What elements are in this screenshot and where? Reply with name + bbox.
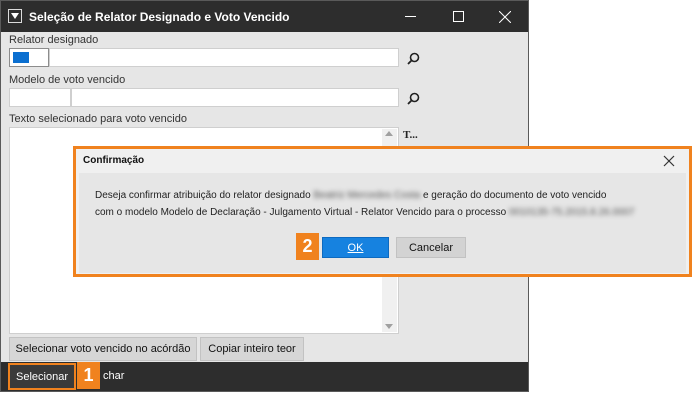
message-part3: com o modelo Modelo de Declaração - Julg… (95, 207, 507, 218)
app-icon (8, 9, 22, 23)
step-badge-2: 2 (296, 233, 319, 260)
minimize-button[interactable] (390, 1, 430, 32)
search-icon (406, 92, 419, 105)
text-format-button[interactable]: T... (403, 129, 418, 141)
selecionar-button[interactable]: Selecionar (8, 363, 76, 390)
cancelar-button[interactable]: char (103, 370, 124, 382)
relator-code-field[interactable] (9, 48, 49, 67)
dialog-cancel-label: Cancelar (408, 241, 454, 254)
scroll-down-arrow-icon[interactable] (385, 324, 393, 329)
message-part1: Deseja confirmar atribuição do relator d… (95, 190, 311, 201)
confirmation-dialog: Confirmação Deseja confirmar atribuição … (73, 146, 692, 277)
dialog-cancel-button[interactable]: Cancelar (396, 237, 466, 258)
dialog-titlebar: Confirmação (76, 149, 689, 173)
selecionar-label: Selecionar (16, 370, 68, 383)
ok-label: OK (347, 241, 364, 254)
close-icon[interactable] (661, 153, 677, 169)
ok-button[interactable]: OK (322, 237, 389, 258)
select-voto-vencido-button[interactable]: Selecionar voto vencido no acórdão (9, 337, 197, 361)
dialog-body: Deseja confirmar atribuição do relator d… (79, 173, 686, 273)
modelo-code-field[interactable] (9, 88, 71, 107)
search-icon (406, 52, 419, 65)
relator-name-blurred: Beatriz Mercedes Costa (313, 190, 421, 201)
maximize-button[interactable] (438, 1, 478, 32)
window-title: Seleção de Relator Designado e Voto Venc… (29, 10, 290, 24)
dialog-message: Deseja confirmar atribuição do relator d… (95, 187, 685, 221)
process-number-blurred: 0010135-75.2015.8.26.0007 (508, 207, 635, 218)
maximize-icon (452, 11, 464, 22)
copiar-inteiro-teor-button[interactable]: Copiar inteiro teor (200, 337, 304, 361)
scroll-up-arrow-icon[interactable] (385, 131, 393, 136)
relator-name-field[interactable] (49, 48, 399, 67)
window-titlebar: Seleção de Relator Designado e Voto Venc… (1, 1, 528, 32)
copiar-inteiro-teor-label: Copiar inteiro teor (208, 343, 296, 355)
minimize-icon (404, 16, 416, 17)
select-voto-vencido-label: Selecionar voto vencido no acórdão (15, 343, 191, 355)
texto-label: Texto selecionado para voto vencido (9, 113, 187, 125)
close-button[interactable] (485, 1, 525, 32)
modelo-lookup-button[interactable] (404, 89, 422, 107)
dialog-title: Confirmação (83, 155, 145, 166)
selection-highlight (13, 52, 29, 63)
message-part2: e geração do documento de voto vencido (422, 190, 607, 201)
relator-label: Relator designado (9, 34, 99, 46)
close-icon (499, 10, 511, 23)
modelo-name-field[interactable] (71, 88, 399, 107)
modelo-label: Modelo de voto vencido (9, 74, 126, 86)
step-badge-1: 1 (77, 362, 100, 389)
relator-lookup-button[interactable] (404, 49, 422, 67)
